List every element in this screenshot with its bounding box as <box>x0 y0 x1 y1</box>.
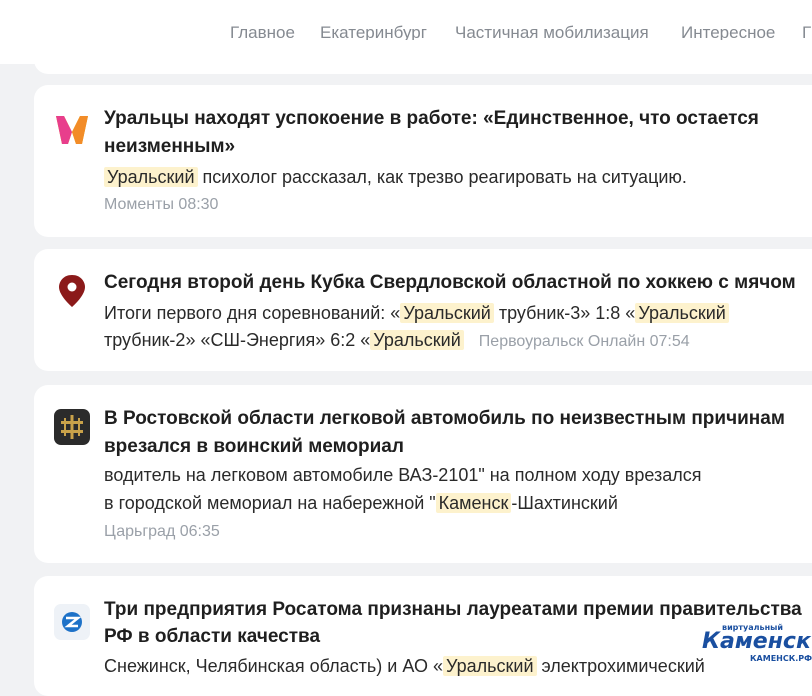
news-card[interactable]: Три предприятия Росатома признаны лауреа… <box>34 576 812 696</box>
snippet-text: Снежинск, Челябинская область) и АО « <box>104 656 443 676</box>
snippet-text: в городской мемориал на набережной " <box>104 493 436 513</box>
kamensk-watermark-logo: виртуальный Каменск КАМЕНСК.РФ <box>702 623 812 665</box>
watermark-main-text: Каменск <box>702 629 811 654</box>
news-title-cont[interactable]: неизменным» <box>104 133 812 161</box>
snippet-text: трубник-3» 1:8 « <box>493 303 636 323</box>
news-card[interactable]: Сегодня второй день Кубка Свердловской о… <box>34 249 812 371</box>
news-title-cont[interactable]: врезался в воинский мемориал <box>104 433 812 461</box>
news-title[interactable]: Уральцы находят успокоение в работе: «Ед… <box>104 105 812 133</box>
highlight-keyword: Уральский <box>370 330 464 350</box>
snippet-text: -Шахтинский <box>511 493 618 513</box>
news-card[interactable]: Уральцы находят успокоение в работе: «Ед… <box>34 85 812 237</box>
highlight-keyword: Уральский <box>400 303 494 323</box>
snippet-text: трубник-2» «СШ-Энергия» 6:2 « <box>104 330 371 350</box>
news-snippet: Итоги первого дня соревнований: «Уральск… <box>104 300 812 327</box>
highlight-keyword: Уральский <box>635 303 729 323</box>
news-title[interactable]: В Ростовской области легковой автомобиль… <box>104 405 812 433</box>
news-snippet-cont: в городской мемориал на набережной " Каме… <box>104 490 812 517</box>
tsargrad-cross-icon <box>54 409 90 445</box>
news-snippet-cont: трубник-2» «СШ-Энергия» 6:2 «Уральский П… <box>104 327 812 355</box>
momenty-logo-icon <box>54 112 90 148</box>
news-title[interactable]: Три предприятия Росатома признаны лауреа… <box>104 596 812 624</box>
highlight-keyword: Уральский <box>442 656 537 676</box>
highlight-keyword: Уральский <box>104 167 198 187</box>
news-snippet: Уральский психолог рассказал, как трезво… <box>104 164 812 191</box>
previous-news-card[interactable] <box>34 40 812 74</box>
rosatom-logo-icon <box>54 604 90 640</box>
highlight-keyword: Каменск <box>435 493 512 513</box>
source-time[interactable]: Царьград 06:35 <box>104 521 220 543</box>
source-time[interactable]: Первоуральск Онлайн 07:54 <box>479 333 690 350</box>
source-time[interactable]: Моменты 08:30 <box>104 194 218 216</box>
watermark-bottom-text: КАМЕНСК.РФ <box>750 654 812 663</box>
snippet-text: психолог рассказал, как трезво реагирова… <box>197 167 687 187</box>
news-snippet: водитель на легковом автомобиле ВАЗ-2101… <box>104 465 702 485</box>
snippet-text: Итоги первого дня соревнований: « <box>104 303 401 323</box>
map-pin-icon <box>54 273 90 309</box>
snippet-text: электрохимический <box>536 656 705 676</box>
news-title[interactable]: Сегодня второй день Кубка Свердловской о… <box>104 269 812 297</box>
news-card[interactable]: В Ростовской области легковой автомобиль… <box>34 385 812 563</box>
